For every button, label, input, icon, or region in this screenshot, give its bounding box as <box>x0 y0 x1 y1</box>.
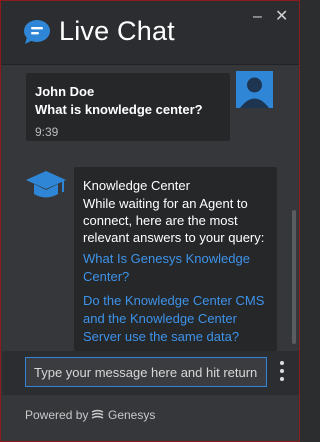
knowledge-link-1[interactable]: What Is Genesys Knowledge Center? <box>83 250 273 286</box>
chat-window: Live Chat – ✕ John Doe What is knowledge… <box>0 0 300 442</box>
chat-footer: Powered by Genesys <box>2 395 299 441</box>
close-button[interactable]: ✕ <box>275 9 288 25</box>
user-message-sender: John Doe <box>35 84 95 99</box>
chat-title: Live Chat <box>59 16 175 46</box>
bot-message-sender: Knowledge Center <box>83 178 190 193</box>
more-options-icon[interactable] <box>278 359 286 385</box>
user-message-text: What is knowledge center? <box>35 102 203 117</box>
powered-by-label: Powered by <box>25 408 89 422</box>
user-message: John Doe What is knowledge center? 9:39 <box>26 73 230 141</box>
minimize-button[interactable]: – <box>253 9 262 25</box>
chat-bubble-icon <box>24 20 50 44</box>
transcript-scrollbar[interactable] <box>292 210 296 344</box>
chat-transcript[interactable]: John Doe What is knowledge center? 9:39 … <box>2 66 299 351</box>
graduation-cap-icon <box>26 171 66 198</box>
knowledge-link-2[interactable]: Do the Knowledge Center CMS and the Know… <box>83 292 273 346</box>
input-bar <box>2 351 299 395</box>
user-avatar-icon <box>236 71 273 108</box>
bot-message-text: While waiting for an Agent to connect, h… <box>83 196 265 245</box>
bot-message: Knowledge Center While waiting for an Ag… <box>74 167 277 351</box>
genesys-logo-icon <box>91 409 104 419</box>
message-input[interactable] <box>25 357 267 387</box>
user-message-time: 9:39 <box>35 125 59 139</box>
genesys-brand: Genesys <box>108 408 156 422</box>
chat-header: Live Chat – ✕ <box>1 1 299 65</box>
